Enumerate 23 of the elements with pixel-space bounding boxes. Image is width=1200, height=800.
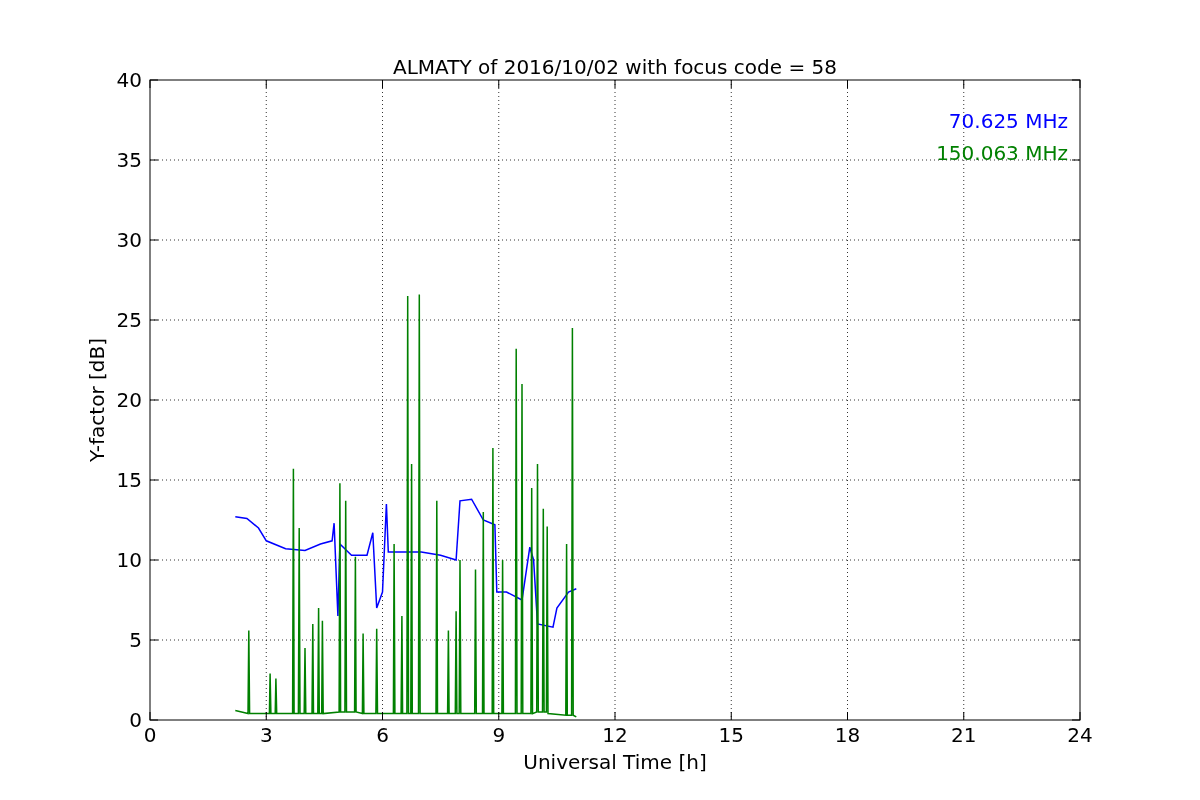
y-tick-label: 10 bbox=[116, 548, 142, 572]
y-tick-label: 40 bbox=[116, 68, 142, 92]
x-tick-label: 12 bbox=[602, 723, 628, 747]
x-tick-label: 6 bbox=[376, 723, 389, 747]
y-tick-label: 35 bbox=[116, 148, 142, 172]
y-tick-label: 30 bbox=[116, 228, 142, 252]
legend-label: 150.063 MHz bbox=[936, 141, 1068, 165]
y-tick-label: 25 bbox=[116, 308, 142, 332]
y-axis-label: Y-factor [dB] bbox=[85, 338, 109, 462]
y-tick-label: 20 bbox=[116, 388, 142, 412]
x-tick-label: 3 bbox=[259, 723, 273, 747]
x-tick-label: 9 bbox=[492, 723, 506, 747]
y-tick-label: 0 bbox=[129, 708, 142, 732]
x-tick-label: 0 bbox=[143, 723, 157, 747]
x-tick-label: 15 bbox=[718, 723, 744, 747]
y-tick-label: 5 bbox=[129, 628, 142, 652]
x-tick-label: 18 bbox=[834, 723, 861, 747]
x-tick-label: 21 bbox=[951, 723, 977, 747]
chart-title: ALMATY of 2016/10/02 with focus code = 58 bbox=[393, 55, 837, 79]
x-tick-label: 24 bbox=[1067, 723, 1093, 747]
x-axis-label: Universal Time [h] bbox=[523, 750, 707, 774]
legend-label: 70.625 MHz bbox=[948, 109, 1068, 133]
y-tick-label: 15 bbox=[116, 468, 142, 492]
